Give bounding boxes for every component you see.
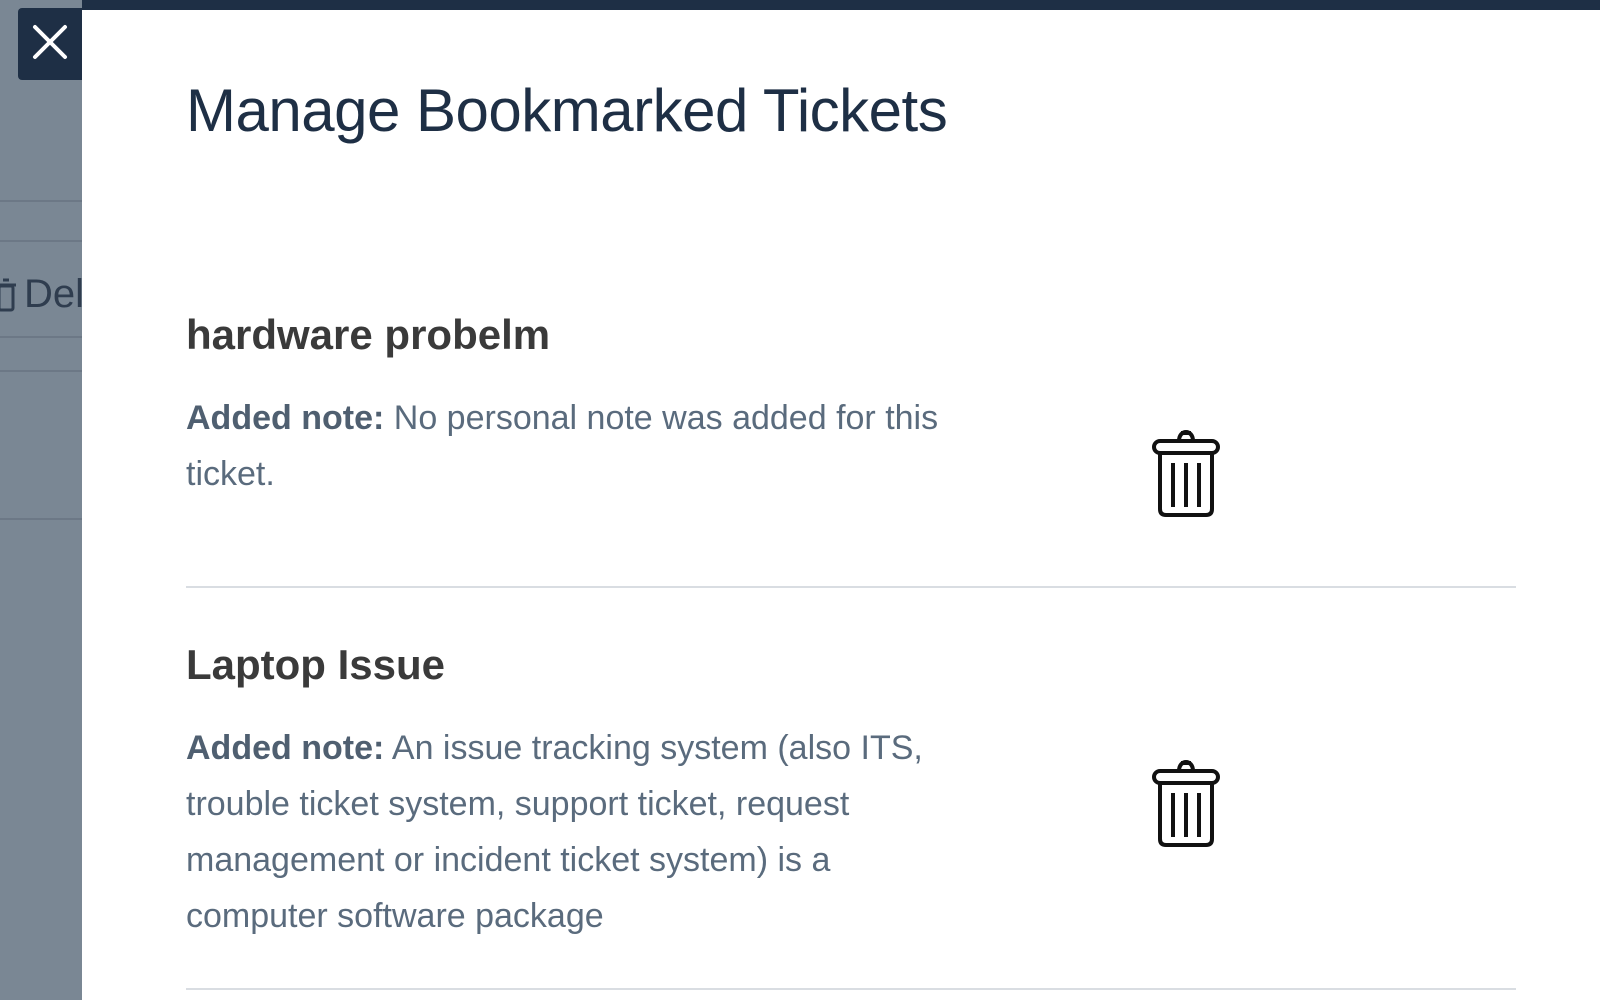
background-overlay: Del (0, 0, 82, 1000)
close-button[interactable] (18, 8, 82, 80)
trash-icon (1151, 425, 1221, 524)
ticket-title[interactable]: hardware probelm (186, 310, 1516, 360)
background-divider (0, 336, 82, 338)
ticket-note: Added note: No personal note was added f… (186, 390, 956, 502)
delete-bookmark-button[interactable] (1148, 754, 1224, 854)
ticket-note: Added note: An issue tracking system (al… (186, 720, 956, 944)
background-divider (0, 518, 82, 520)
ticket-title[interactable]: Laptop Issue (186, 640, 1516, 690)
note-label: Added note: (186, 729, 385, 768)
close-icon (32, 24, 68, 65)
note-label: Added note: (186, 399, 385, 438)
panel-title: Manage Bookmarked Tickets (186, 77, 948, 144)
background-delete-label: Del (24, 272, 82, 316)
background-delete-button: Del (0, 272, 82, 317)
delete-bookmark-button[interactable] (1148, 424, 1224, 524)
bookmarked-ticket: Laptop Issue Added note: An issue tracki… (186, 640, 1516, 990)
bookmarks-panel: Manage Bookmarked Tickets hardware probe… (82, 0, 1600, 1000)
background-divider (0, 370, 82, 372)
trash-icon (1151, 755, 1221, 854)
background-divider (0, 240, 82, 242)
background-divider (0, 200, 82, 202)
bookmarked-ticket: hardware probelm Added note: No personal… (186, 310, 1516, 588)
trash-icon (0, 278, 16, 312)
